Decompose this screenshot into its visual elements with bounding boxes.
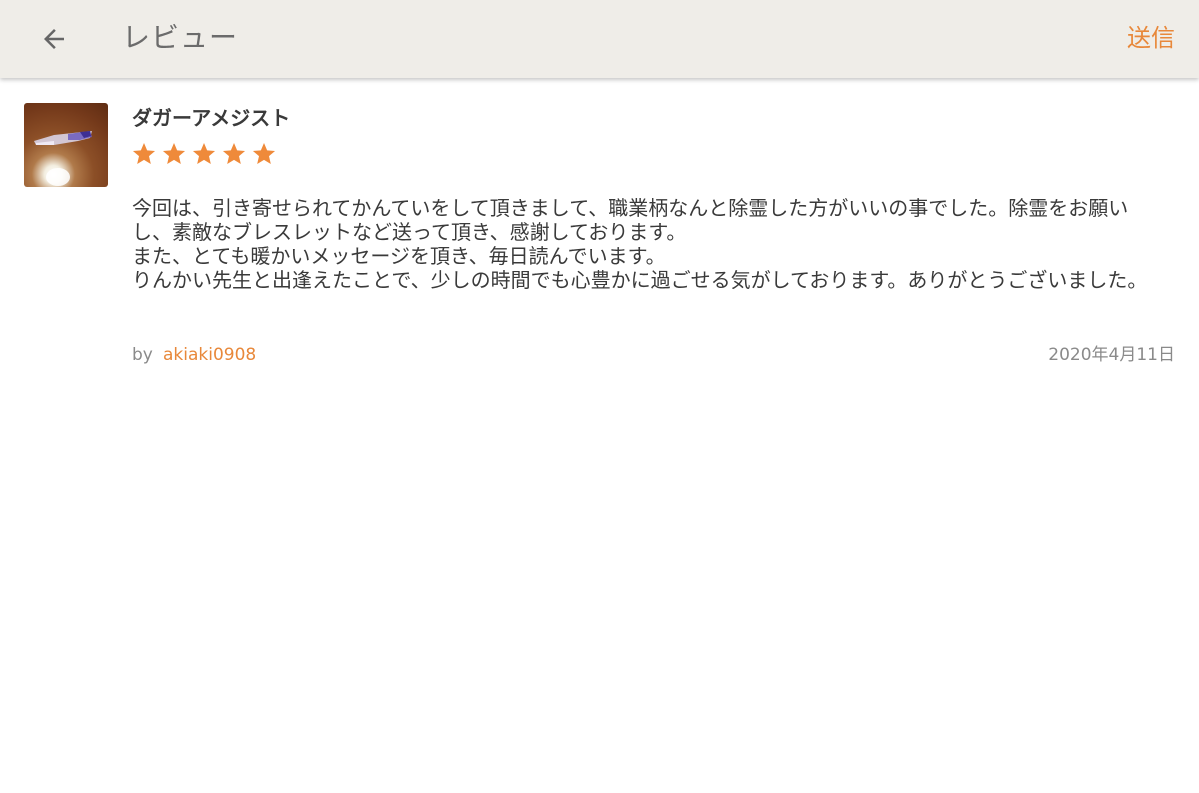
star-icon: [161, 141, 187, 167]
review-body: 今回は、引き寄せられてかんていをして頂きまして、職業柄なんと除霊した方がいいの事…: [132, 196, 1162, 292]
review-body-line: 今回は、引き寄せられてかんていをして頂きまして、職業柄なんと除霊した方がいいの事…: [132, 196, 1129, 244]
star-icon: [191, 141, 217, 167]
back-button[interactable]: [34, 19, 74, 59]
item-title: ダガーアメジスト: [132, 106, 291, 130]
review-body-line: また、とても暖かいメッセージを頂き、毎日読んでいます。: [132, 244, 666, 268]
review-body-line: りんかい先生と出逢えたことで、少しの時間でも心豊かに過ごせる気がしております。あ…: [132, 268, 1148, 292]
by-label: by: [132, 345, 153, 365]
star-icon: [131, 141, 157, 167]
star-icon: [221, 141, 247, 167]
amethyst-photo: [34, 131, 92, 186]
review-date: 2020年4月11日: [1048, 345, 1175, 365]
review-screen: レビュー 送信 ダガーアメジスト 今回は、引き寄せられてかんていをして頂きまして…: [0, 0, 1199, 793]
reviewer-username[interactable]: akiaki0908: [163, 343, 256, 367]
star-icon: [251, 141, 277, 167]
app-bar: レビュー 送信: [0, 0, 1199, 78]
product-thumbnail: [24, 103, 108, 187]
page-title: レビュー: [122, 21, 239, 54]
send-button[interactable]: 送信: [1127, 20, 1175, 56]
arrow-left-icon: [44, 29, 64, 49]
star-rating: [131, 141, 277, 167]
